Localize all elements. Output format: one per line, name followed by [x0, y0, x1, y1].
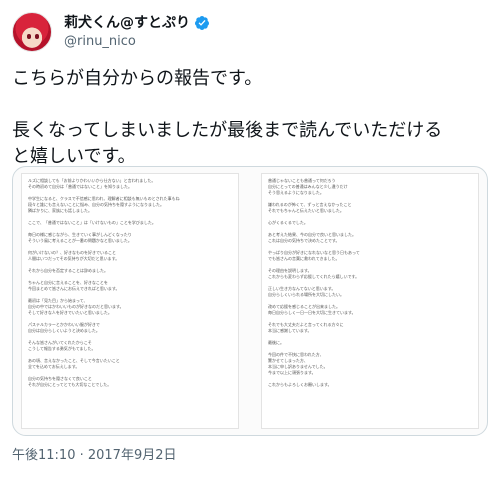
tweet-timestamp[interactable]: 午後11:10 · 2017年9月2日 [12, 444, 177, 463]
avatar-eye-left [27, 34, 31, 39]
tweet-card: 莉犬くん@すとぷり @rinu_nico こちらが自分からの報告です。 長くなっ… [0, 0, 500, 477]
report-text-line: これからもよろしくお願いします。 [268, 382, 332, 387]
avatar[interactable] [12, 12, 52, 52]
report-page-left: ルズに相談しても「お前よりかわいいから仕方ない」と言われました。 その時初めて自分… [21, 173, 239, 429]
display-name[interactable]: 莉犬くん@すとぷり [64, 14, 190, 32]
user-handle[interactable]: @rinu_nico [64, 33, 210, 51]
display-name-row[interactable]: 莉犬くん@すとぷり [64, 14, 210, 32]
verified-badge-icon [194, 16, 209, 30]
report-page-right: 普通じゃないことも普通って何だろう 自分にとっての普通はみんなと少し違うだけ そう思… [261, 173, 479, 429]
tweet-text: こちらが自分からの報告です。 長くなってしまいましたが最後まで読んでいただける … [12, 68, 443, 167]
user-names: 莉犬くん@すとぷり @rinu_nico [64, 14, 210, 51]
avatar-eye-right [35, 34, 39, 39]
tweet-header: 莉犬くん@すとぷり @rinu_nico [12, 12, 488, 56]
report-text-line: それが自分にとってとても大切なことでした。 [28, 382, 112, 387]
tweet-media-image[interactable]: ルズに相談しても「お前よりかわいいから仕方ない」と言われました。 その時初めて自分… [12, 166, 488, 436]
